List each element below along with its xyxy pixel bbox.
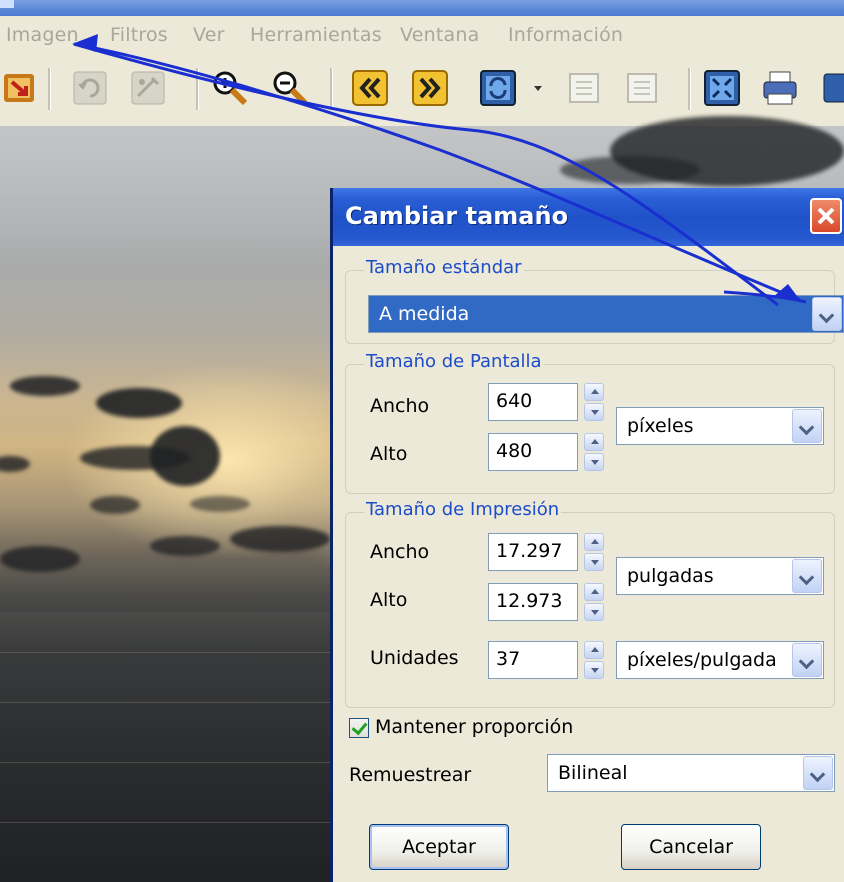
cloud bbox=[0, 546, 80, 572]
resize-dialog: Cambiar tamaño Tamaño estándar A medida … bbox=[330, 188, 844, 882]
print-width-field[interactable]: 17.297 bbox=[488, 533, 578, 571]
print-units-field[interactable]: 37 bbox=[488, 641, 578, 679]
print-unit-select[interactable]: pulgadas bbox=[616, 557, 824, 595]
dialog-title: Cambiar tamaño bbox=[345, 202, 569, 230]
print-width-stepper[interactable] bbox=[584, 533, 604, 571]
keep-ratio-label[interactable]: Mantener proporción bbox=[375, 716, 573, 738]
toolbar-separator bbox=[688, 68, 691, 110]
print-height-stepper[interactable] bbox=[584, 583, 604, 621]
print-icon[interactable] bbox=[762, 70, 798, 106]
cloud bbox=[150, 536, 220, 556]
screen-width-field[interactable]: 640 bbox=[488, 383, 578, 421]
keep-ratio-checkbox[interactable] bbox=[349, 718, 369, 738]
standard-size-label: Tamaño estándar bbox=[364, 257, 524, 278]
print-size-label: Tamaño de Impresión bbox=[364, 499, 562, 520]
cloud bbox=[80, 446, 190, 470]
screen-size-group: Tamaño de Pantalla Ancho 640 Alto 480 pí… bbox=[345, 351, 835, 494]
menu-ver[interactable]: Ver bbox=[193, 24, 225, 46]
chevron-down-icon[interactable] bbox=[812, 297, 842, 331]
cloud bbox=[560, 156, 700, 184]
resample-label: Remuestrear bbox=[349, 764, 472, 786]
window-title-strip bbox=[0, 0, 844, 16]
standard-size-group: Tamaño estándar A medida bbox=[345, 257, 844, 344]
cancel-button[interactable]: Cancelar bbox=[621, 824, 761, 870]
toolbar-separator bbox=[48, 68, 51, 110]
page-right-icon[interactable] bbox=[624, 70, 660, 106]
screen-height-stepper[interactable] bbox=[584, 433, 604, 471]
print-width-label: Ancho bbox=[370, 541, 430, 563]
print-height-field[interactable]: 12.973 bbox=[488, 583, 578, 621]
toolbar-separator bbox=[330, 68, 333, 110]
close-button[interactable] bbox=[810, 198, 842, 234]
page-left-icon[interactable] bbox=[566, 70, 602, 106]
standard-size-value: A medida bbox=[379, 303, 470, 325]
app-icon bbox=[0, 0, 14, 8]
print-units-stepper[interactable] bbox=[584, 641, 604, 679]
menu-filtros[interactable]: Filtros bbox=[110, 24, 168, 46]
cloud bbox=[230, 526, 330, 552]
dropdown-icon[interactable] bbox=[530, 70, 546, 106]
resample-select[interactable]: Bilineal bbox=[547, 754, 835, 792]
chevron-down-icon[interactable] bbox=[803, 756, 833, 790]
print-resolution-select[interactable]: píxeles/pulgada bbox=[616, 641, 824, 679]
chevron-down-icon[interactable] bbox=[792, 409, 822, 443]
menu-imagen[interactable]: Imagen bbox=[6, 24, 79, 46]
cloud bbox=[10, 376, 80, 396]
dialog-title-bar[interactable]: Cambiar tamaño bbox=[333, 188, 844, 246]
cloud bbox=[96, 388, 182, 418]
zoom-in-icon[interactable] bbox=[212, 70, 248, 106]
next-icon[interactable] bbox=[412, 70, 448, 106]
toolbar-overflow-icon[interactable] bbox=[822, 70, 844, 106]
print-size-group: Tamaño de Impresión Ancho 17.297 Alto 12… bbox=[345, 499, 835, 708]
menu-bar: Imagen Filtros Ver Herramientas Ventana … bbox=[0, 16, 844, 56]
import-icon[interactable] bbox=[2, 70, 38, 106]
cloud bbox=[190, 496, 250, 512]
screen-size-label: Tamaño de Pantalla bbox=[364, 351, 544, 372]
screen-width-label: Ancho bbox=[370, 395, 430, 417]
screen-unit-value: píxeles bbox=[627, 415, 694, 437]
menu-ventana[interactable]: Ventana bbox=[400, 24, 479, 46]
fullscreen-icon[interactable] bbox=[704, 70, 740, 106]
chevron-down-icon[interactable] bbox=[792, 643, 822, 677]
ok-button[interactable]: Aceptar bbox=[369, 824, 509, 870]
print-unit-value: pulgadas bbox=[627, 565, 714, 587]
cloud bbox=[90, 496, 140, 514]
chevron-down-icon[interactable] bbox=[792, 559, 822, 593]
print-height-label: Alto bbox=[370, 589, 408, 611]
screen-unit-select[interactable]: píxeles bbox=[616, 407, 824, 445]
toolbar-separator bbox=[196, 68, 199, 110]
zoom-out-icon[interactable] bbox=[272, 70, 308, 106]
undo-icon[interactable] bbox=[72, 70, 108, 106]
close-icon bbox=[817, 207, 835, 225]
menu-herramientas[interactable]: Herramientas bbox=[250, 24, 382, 46]
resample-value: Bilineal bbox=[558, 762, 628, 784]
print-units-label: Unidades bbox=[370, 647, 459, 669]
refresh-icon[interactable] bbox=[480, 70, 516, 106]
redo-icon[interactable] bbox=[130, 70, 166, 106]
menu-informacion[interactable]: Información bbox=[508, 24, 623, 46]
screen-height-label: Alto bbox=[370, 443, 408, 465]
previous-icon[interactable] bbox=[352, 70, 388, 106]
screen-width-stepper[interactable] bbox=[584, 383, 604, 421]
print-resolution-value: píxeles/pulgada bbox=[627, 649, 777, 671]
screen-height-field[interactable]: 480 bbox=[488, 433, 578, 471]
cloud bbox=[0, 456, 30, 472]
standard-size-select[interactable]: A medida bbox=[368, 295, 844, 333]
